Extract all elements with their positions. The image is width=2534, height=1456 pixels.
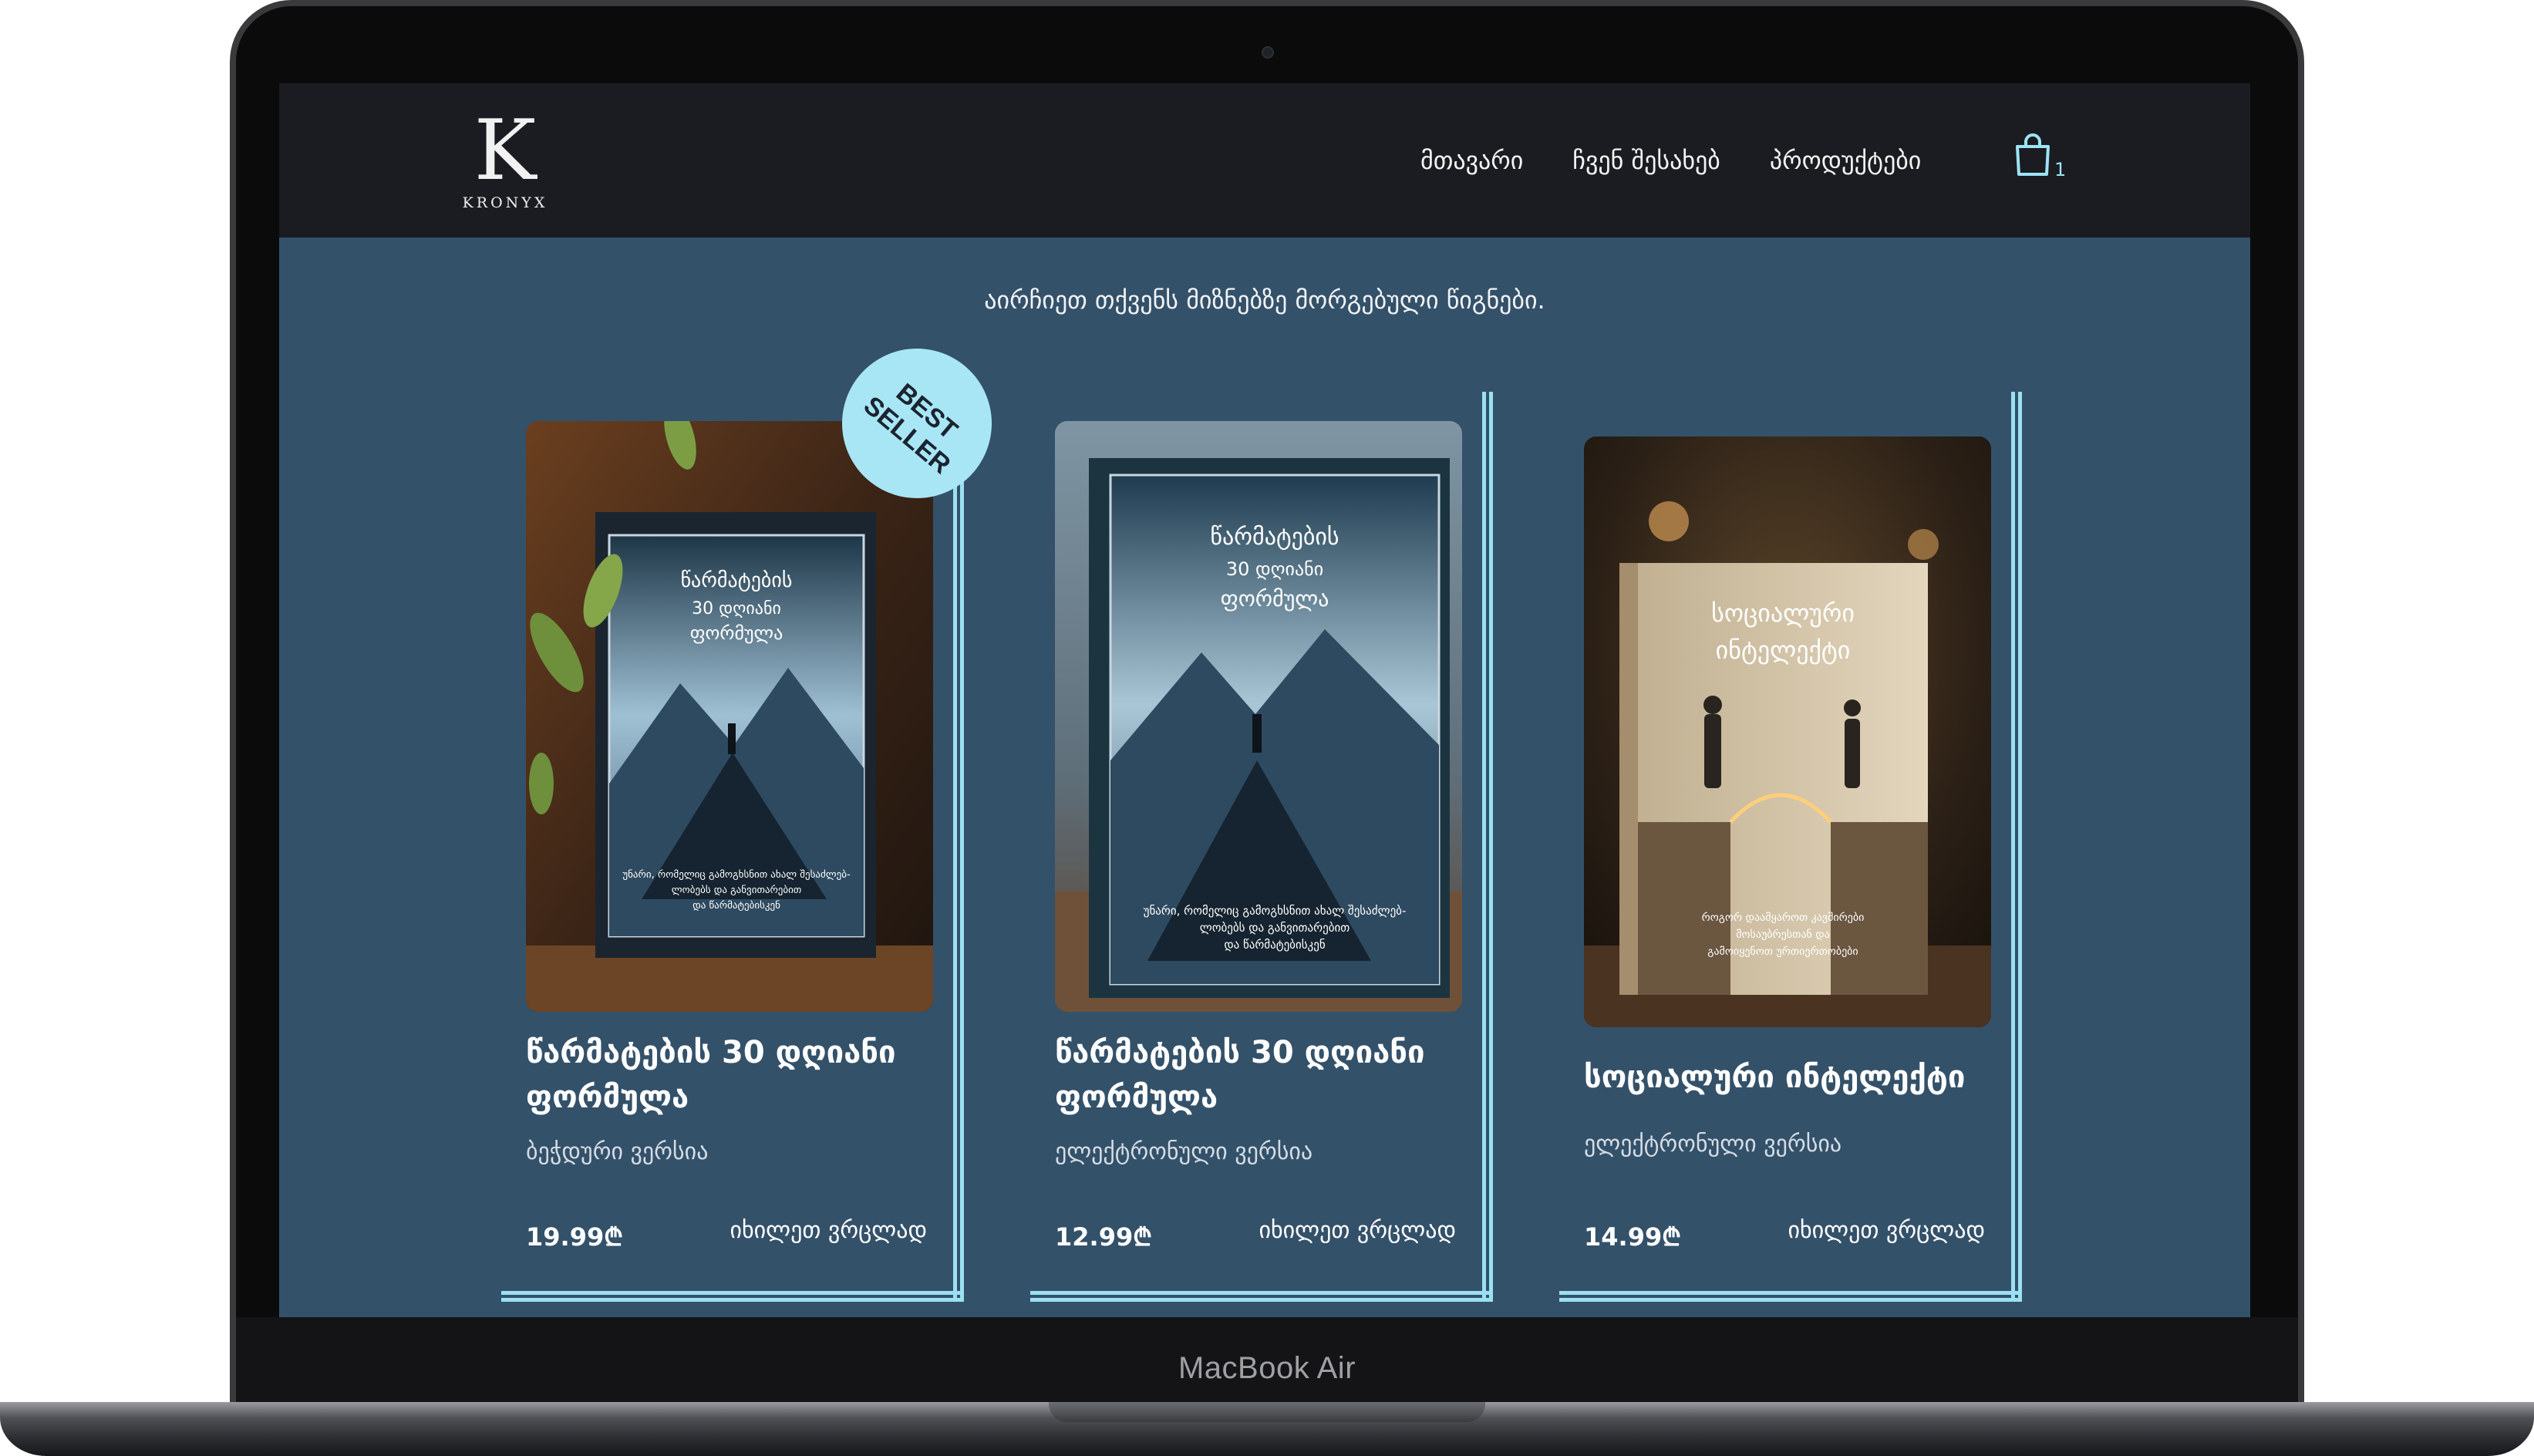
svg-text:სოციალური: სოციალური	[1711, 598, 1855, 628]
cover-title: წარმატების 30 დღიანი ფორმულა	[1210, 524, 1339, 612]
svg-text:და წარმატებისკენ: და წარმატებისკენ	[1224, 938, 1325, 952]
svg-text:ინტელექტი: ინტელექტი	[1716, 635, 1851, 665]
screen: K KRONYX მთავარი ჩვენ შესახებ პროდუქტები…	[279, 83, 2250, 1317]
card-accent-right	[953, 392, 964, 1302]
view-details-link[interactable]: იხილეთ ვრცლად	[1259, 1217, 1456, 1244]
product-cover-image[interactable]: წარმატების 30 დღიანი ფორმულა უნარი, რომე…	[526, 421, 933, 1012]
svg-text:და წარმატებისკენ: და წარმატებისკენ	[692, 900, 780, 912]
nav-link-home[interactable]: მთავარი	[1420, 146, 1523, 175]
cover-title: წარმატების 30 დღიანი ფორმულა	[681, 569, 793, 644]
card-accent-right	[2011, 392, 2022, 1302]
svg-text:მოსაუბრესთან და: მოსაუბრესთან და	[1736, 928, 1830, 941]
svg-text:უნარი, რომელიც გამოგხსნით ახალ: უნარი, რომელიც გამოგხსნით ახალ შესაძლებ-	[622, 869, 851, 881]
product-price: 12.99₾	[1055, 1222, 1152, 1252]
brand-logo[interactable]: K KRONYX	[455, 103, 555, 213]
product-card[interactable]: სოციალური ინტელექტი როგორ დაამყაროთ კავშ…	[1559, 392, 2022, 1302]
logo-letter: K	[473, 103, 537, 199]
svg-text:30 დღიანი: 30 დღიანი	[1226, 558, 1323, 580]
product-version: ელექტრონული ვერსია	[1584, 1131, 1842, 1158]
cart-count-badge: 1	[2054, 159, 2067, 180]
card-accent-bottom	[1559, 1291, 2022, 1302]
nav-link-products[interactable]: პროდუქტები	[1770, 146, 1921, 175]
product-price: 14.99₾	[1584, 1222, 1681, 1252]
product-title[interactable]: სოციალური ინტელექტი	[1584, 1055, 1991, 1100]
svg-text:როგორ დაამყაროთ კავშირები: როგორ დაამყაროთ კავშირები	[1702, 911, 1865, 924]
svg-text:ფორმულა: ფორმულა	[1221, 586, 1329, 612]
view-details-link[interactable]: იხილეთ ვრცლად	[1788, 1217, 1985, 1244]
card-accent-right	[1482, 392, 1493, 1302]
product-title[interactable]: წარმატების 30 დღიანი ფორმულა	[1055, 1030, 1462, 1120]
page-tagline: აირჩიეთ თქვენს მიზნებზე მორგებული წიგნებ…	[984, 285, 1545, 315]
nav-link-about[interactable]: ჩვენ შესახებ	[1572, 146, 1720, 175]
view-details-link[interactable]: იხილეთ ვრცლად	[730, 1217, 927, 1244]
card-accent-bottom	[501, 1291, 964, 1302]
shopping-bag-icon	[2016, 133, 2050, 176]
logo-wordmark: KRONYX	[462, 194, 548, 211]
site-header: K KRONYX მთავარი ჩვენ შესახებ პროდუქტები…	[279, 83, 2250, 238]
svg-text:30 დღიანი: 30 დღიანი	[692, 599, 781, 618]
device-model-label: MacBook Air	[1178, 1351, 1356, 1385]
product-cover-image[interactable]: წარმატების 30 დღიანი ფორმულა უნარი, რომე…	[1055, 421, 1462, 1012]
svg-text:წარმატების: წარმატების	[681, 569, 793, 592]
product-version: ბეჭდური ვერსია	[526, 1138, 709, 1165]
card-accent-bottom	[1030, 1291, 1493, 1302]
laptop-hinge-notch	[1049, 1402, 1485, 1422]
product-cover-image[interactable]: სოციალური ინტელექტი როგორ დაამყაროთ კავშ…	[1584, 436, 1991, 1027]
svg-text:გამოიყენოთ ურთიერთობები: გამოიყენოთ ურთიერთობები	[1707, 945, 1858, 958]
svg-text:ლობებს და განვითარებით: ლობებს და განვითარებით	[672, 885, 802, 896]
cart-button[interactable]: 1	[2011, 131, 2073, 185]
product-title[interactable]: წარმატების 30 დღიანი ფორმულა	[526, 1030, 933, 1120]
product-card[interactable]: წარმატების 30 დღიანი ფორმულა უნარი, რომე…	[501, 392, 964, 1302]
webcam	[1262, 46, 1274, 59]
product-price: 19.99₾	[526, 1222, 623, 1252]
product-version: ელექტრონული ვერსია	[1055, 1138, 1313, 1165]
svg-text:უნარი, რომელიც გამოგხსნით ახალ: უნარი, რომელიც გამოგხსნით ახალ შესაძლებ-	[1144, 904, 1407, 918]
main-nav: მთავარი ჩვენ შესახებ პროდუქტები	[1420, 137, 1921, 184]
product-card[interactable]: წარმატების 30 დღიანი ფორმულა უნარი, რომე…	[1030, 392, 1493, 1302]
svg-text:წარმატების: წარმატების	[1210, 524, 1339, 551]
svg-text:ფორმულა: ფორმულა	[690, 622, 783, 644]
svg-text:ლობებს და განვითარებით: ლობებს და განვითარებით	[1200, 921, 1350, 935]
